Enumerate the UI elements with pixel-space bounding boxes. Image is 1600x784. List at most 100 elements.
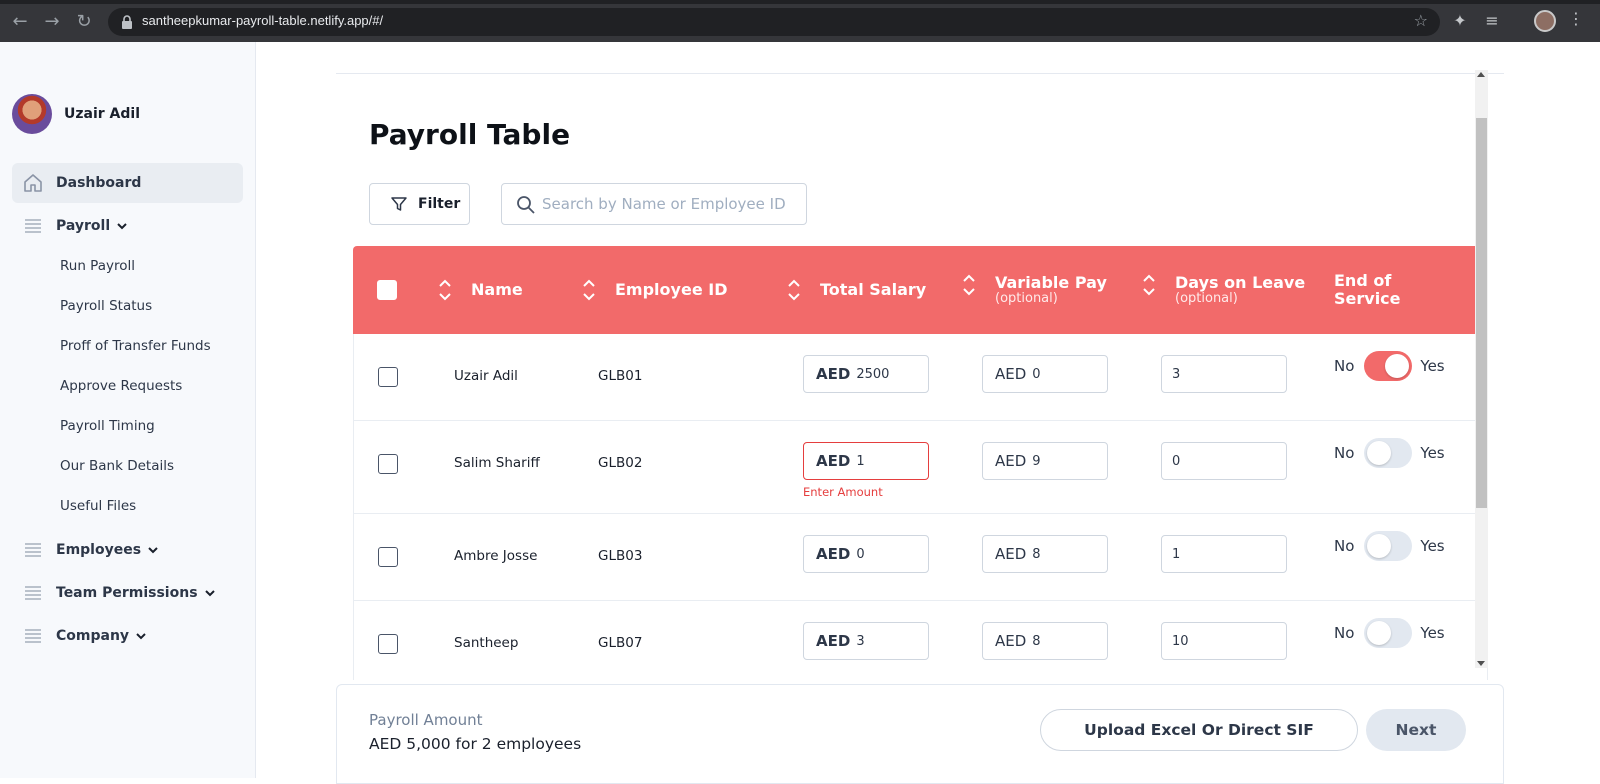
column-header-employee-id[interactable]: Employee ID <box>581 246 727 334</box>
total-salary-input[interactable]: AED 0 <box>803 535 929 573</box>
row-checkbox[interactable] <box>378 367 398 387</box>
sort-icon <box>439 279 451 301</box>
search-input[interactable] <box>542 192 792 216</box>
end-of-service-toggle-group: No Yes <box>1334 531 1445 561</box>
sidebar-item-payroll[interactable]: Payroll <box>12 206 243 246</box>
currency-label: AED <box>816 365 851 383</box>
toggle-knob <box>1367 621 1392 645</box>
column-header-days-on-leave[interactable]: Days on Leave (optional) <box>1141 246 1305 334</box>
column-header-total-salary[interactable]: Total Salary <box>786 246 926 334</box>
column-label: Service <box>1334 289 1401 308</box>
scroll-up-arrow-icon[interactable] <box>1477 72 1485 77</box>
extensions-icon[interactable]: ✦ <box>1450 11 1470 31</box>
browser-menu-icon[interactable]: ⋮ <box>1568 9 1584 28</box>
sidebar-subitem-proof-of-transfer[interactable]: Proff of Transfer Funds <box>60 338 211 354</box>
end-of-service-toggle[interactable] <box>1364 351 1413 381</box>
scrollbar[interactable] <box>1475 70 1488 668</box>
main-content: Payroll Table Filter Name Employee ID To… <box>336 42 1520 784</box>
days-on-leave-input[interactable]: 1 <box>1161 535 1287 573</box>
sidebar-subitem-payroll-status[interactable]: Payroll Status <box>60 298 152 314</box>
leave-value: 10 <box>1172 633 1189 649</box>
list-icon <box>25 629 41 643</box>
currency-label: AED <box>995 365 1027 383</box>
row-checkbox[interactable] <box>378 454 398 474</box>
column-header-variable-pay[interactable]: Variable Pay (optional) <box>961 246 1107 334</box>
currency-label: AED <box>995 452 1027 470</box>
scroll-down-arrow-icon[interactable] <box>1477 661 1485 666</box>
days-on-leave-input[interactable]: 3 <box>1161 355 1287 393</box>
days-on-leave-input[interactable]: 0 <box>1161 442 1287 480</box>
forward-icon[interactable]: → <box>40 10 64 34</box>
reload-icon[interactable]: ↻ <box>72 10 96 34</box>
bookmark-star-icon[interactable]: ☆ <box>1414 11 1428 30</box>
search-box[interactable] <box>501 183 807 225</box>
toggle-knob <box>1367 534 1392 558</box>
scrollbar-thumb[interactable] <box>1476 118 1487 508</box>
avatar <box>12 94 52 134</box>
toggle-knob <box>1385 354 1410 378</box>
sidebar-item-label: Payroll <box>56 218 111 234</box>
salary-error-message: Enter Amount <box>803 485 883 499</box>
user-profile[interactable]: Uzair Adil <box>12 94 140 134</box>
sidebar-item-company[interactable]: Company <box>12 616 243 656</box>
variable-pay-input[interactable]: AED 8 <box>982 622 1108 660</box>
sidebar-item-label: Company <box>56 628 130 644</box>
employee-id: GLB01 <box>598 368 643 384</box>
address-bar[interactable]: santheepkumar-payroll-table.netlify.app/… <box>108 8 1440 36</box>
filter-button[interactable]: Filter <box>369 183 470 225</box>
total-salary-input[interactable]: AED 2500 <box>803 355 929 393</box>
end-of-service-toggle-group: No Yes <box>1334 351 1445 381</box>
variable-value: 0 <box>1032 366 1041 382</box>
variable-pay-input[interactable]: AED 8 <box>982 535 1108 573</box>
select-all-checkbox[interactable] <box>377 280 397 300</box>
total-salary-input[interactable]: AED 3 <box>803 622 929 660</box>
salary-value: 0 <box>856 546 865 562</box>
end-of-service-toggle[interactable] <box>1364 531 1413 561</box>
table-row: Santheep GLB07 AED 3 AED 8 10 No Yes <box>353 601 1488 680</box>
sidebar-item-label: Team Permissions <box>56 585 198 601</box>
sort-icon <box>1143 274 1155 296</box>
sidebar-subitem-payroll-timing[interactable]: Payroll Timing <box>60 418 155 434</box>
column-label: Days on Leave <box>1175 273 1306 292</box>
row-checkbox[interactable] <box>378 547 398 567</box>
sidebar-item-team-permissions[interactable]: Team Permissions <box>12 573 243 613</box>
variable-value: 8 <box>1032 633 1041 649</box>
sidebar-item-dashboard[interactable]: Dashboard <box>12 163 243 203</box>
days-on-leave-input[interactable]: 10 <box>1161 622 1287 660</box>
list-icon <box>25 586 41 600</box>
list-icon <box>25 543 41 557</box>
currency-label: AED <box>995 632 1027 650</box>
reading-list-icon[interactable]: ≡ <box>1482 11 1502 31</box>
leave-value: 0 <box>1172 453 1181 469</box>
back-icon[interactable]: ← <box>8 10 32 34</box>
end-of-service-toggle-group: No Yes <box>1334 438 1445 468</box>
variable-value: 9 <box>1032 453 1041 469</box>
end-of-service-toggle[interactable] <box>1364 438 1413 468</box>
variable-pay-input[interactable]: AED 0 <box>982 355 1108 393</box>
salary-value: 3 <box>856 633 865 649</box>
sidebar-subitem-approve-requests[interactable]: Approve Requests <box>60 378 182 394</box>
sidebar: Uzair Adil Dashboard Payroll Run Payroll… <box>0 42 256 778</box>
row-checkbox[interactable] <box>378 634 398 654</box>
total-salary-input[interactable]: AED 1 <box>803 442 929 480</box>
lock-icon <box>122 15 132 29</box>
user-name: Uzair Adil <box>64 106 140 122</box>
column-header-name[interactable]: Name <box>437 246 523 334</box>
profile-avatar[interactable] <box>1534 10 1556 32</box>
browser-chrome: ← → ↻ santheepkumar-payroll-table.netlif… <box>0 0 1600 42</box>
currency-label: AED <box>816 545 851 563</box>
sidebar-item-label: Employees <box>56 542 142 558</box>
sidebar-item-employees[interactable]: Employees <box>12 530 243 570</box>
payroll-amount-label: Payroll Amount <box>369 711 483 729</box>
sidebar-subitem-useful-files[interactable]: Useful Files <box>60 498 136 514</box>
next-button[interactable]: Next <box>1366 709 1466 751</box>
end-of-service-toggle[interactable] <box>1364 618 1413 648</box>
upload-excel-button[interactable]: Upload Excel Or Direct SIF <box>1040 709 1358 751</box>
sidebar-subitem-run-payroll[interactable]: Run Payroll <box>60 258 135 274</box>
header-select-all <box>377 246 397 334</box>
sidebar-subitem-bank-details[interactable]: Our Bank Details <box>60 458 174 474</box>
url-text: santheepkumar-payroll-table.netlify.app/… <box>142 13 384 28</box>
leave-value: 1 <box>1172 546 1181 562</box>
variable-pay-input[interactable]: AED 9 <box>982 442 1108 480</box>
variable-value: 8 <box>1032 546 1041 562</box>
